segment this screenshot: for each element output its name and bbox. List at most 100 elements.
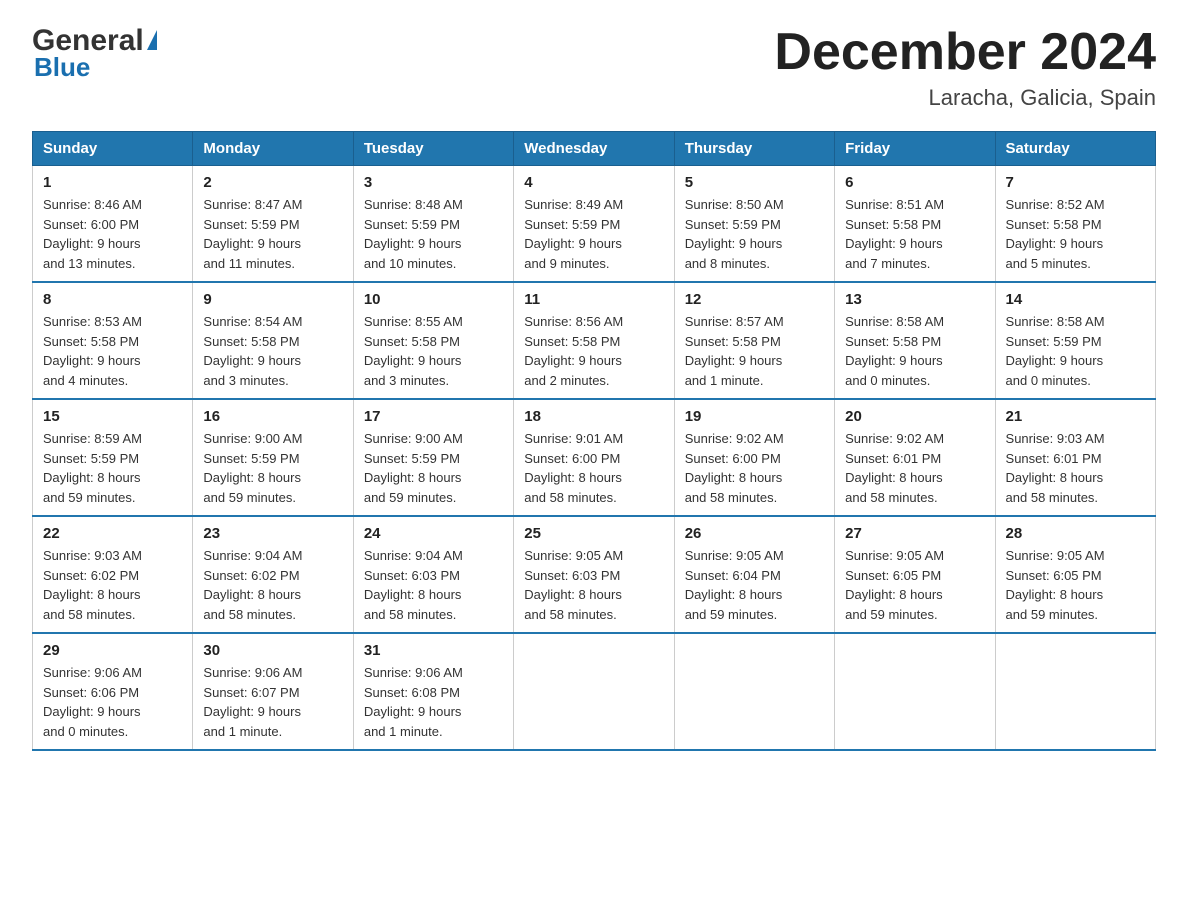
day-number: 25 [524, 525, 663, 542]
calendar-cell [514, 633, 674, 750]
day-info: Sunrise: 8:58 AMSunset: 5:58 PMDaylight:… [845, 314, 944, 388]
day-number: 5 [685, 174, 824, 191]
day-info: Sunrise: 9:00 AMSunset: 5:59 PMDaylight:… [364, 431, 463, 505]
day-info: Sunrise: 9:03 AMSunset: 6:02 PMDaylight:… [43, 548, 142, 622]
calendar-cell [995, 633, 1155, 750]
calendar-cell: 26 Sunrise: 9:05 AMSunset: 6:04 PMDaylig… [674, 516, 834, 633]
calendar-subtitle: Laracha, Galicia, Spain [774, 85, 1156, 111]
calendar-cell: 3 Sunrise: 8:48 AMSunset: 5:59 PMDayligh… [353, 166, 513, 283]
day-info: Sunrise: 8:57 AMSunset: 5:58 PMDaylight:… [685, 314, 784, 388]
calendar-cell: 12 Sunrise: 8:57 AMSunset: 5:58 PMDaylig… [674, 282, 834, 399]
calendar-cell: 14 Sunrise: 8:58 AMSunset: 5:59 PMDaylig… [995, 282, 1155, 399]
calendar-cell: 30 Sunrise: 9:06 AMSunset: 6:07 PMDaylig… [193, 633, 353, 750]
day-number: 7 [1006, 174, 1145, 191]
calendar-table: Sunday Monday Tuesday Wednesday Thursday… [32, 131, 1156, 751]
col-thursday: Thursday [674, 132, 834, 166]
day-number: 20 [845, 408, 984, 425]
calendar-cell: 5 Sunrise: 8:50 AMSunset: 5:59 PMDayligh… [674, 166, 834, 283]
page-header: General Blue December 2024 Laracha, Gali… [32, 24, 1156, 111]
day-number: 28 [1006, 525, 1145, 542]
logo-blue-text: Blue [32, 52, 90, 83]
title-block: December 2024 Laracha, Galicia, Spain [774, 24, 1156, 111]
day-info: Sunrise: 8:52 AMSunset: 5:58 PMDaylight:… [1006, 197, 1105, 271]
col-tuesday: Tuesday [353, 132, 513, 166]
calendar-cell: 27 Sunrise: 9:05 AMSunset: 6:05 PMDaylig… [835, 516, 995, 633]
day-info: Sunrise: 8:47 AMSunset: 5:59 PMDaylight:… [203, 197, 302, 271]
day-info: Sunrise: 8:48 AMSunset: 5:59 PMDaylight:… [364, 197, 463, 271]
calendar-cell: 29 Sunrise: 9:06 AMSunset: 6:06 PMDaylig… [33, 633, 193, 750]
day-info: Sunrise: 9:06 AMSunset: 6:07 PMDaylight:… [203, 665, 302, 739]
day-info: Sunrise: 8:51 AMSunset: 5:58 PMDaylight:… [845, 197, 944, 271]
day-number: 10 [364, 291, 503, 308]
day-info: Sunrise: 8:53 AMSunset: 5:58 PMDaylight:… [43, 314, 142, 388]
day-info: Sunrise: 9:06 AMSunset: 6:06 PMDaylight:… [43, 665, 142, 739]
day-number: 21 [1006, 408, 1145, 425]
calendar-cell: 31 Sunrise: 9:06 AMSunset: 6:08 PMDaylig… [353, 633, 513, 750]
day-number: 26 [685, 525, 824, 542]
calendar-cell: 22 Sunrise: 9:03 AMSunset: 6:02 PMDaylig… [33, 516, 193, 633]
calendar-cell [674, 633, 834, 750]
day-number: 15 [43, 408, 182, 425]
day-info: Sunrise: 8:50 AMSunset: 5:59 PMDaylight:… [685, 197, 784, 271]
logo: General Blue [32, 24, 157, 83]
day-info: Sunrise: 8:54 AMSunset: 5:58 PMDaylight:… [203, 314, 302, 388]
calendar-cell: 16 Sunrise: 9:00 AMSunset: 5:59 PMDaylig… [193, 399, 353, 516]
day-number: 17 [364, 408, 503, 425]
day-number: 2 [203, 174, 342, 191]
calendar-cell: 15 Sunrise: 8:59 AMSunset: 5:59 PMDaylig… [33, 399, 193, 516]
calendar-cell: 9 Sunrise: 8:54 AMSunset: 5:58 PMDayligh… [193, 282, 353, 399]
calendar-cell: 21 Sunrise: 9:03 AMSunset: 6:01 PMDaylig… [995, 399, 1155, 516]
day-info: Sunrise: 9:02 AMSunset: 6:00 PMDaylight:… [685, 431, 784, 505]
calendar-cell: 20 Sunrise: 9:02 AMSunset: 6:01 PMDaylig… [835, 399, 995, 516]
day-number: 29 [43, 642, 182, 659]
calendar-cell: 24 Sunrise: 9:04 AMSunset: 6:03 PMDaylig… [353, 516, 513, 633]
day-info: Sunrise: 9:02 AMSunset: 6:01 PMDaylight:… [845, 431, 944, 505]
week-row-1: 1 Sunrise: 8:46 AMSunset: 6:00 PMDayligh… [33, 166, 1156, 283]
day-number: 13 [845, 291, 984, 308]
calendar-cell: 6 Sunrise: 8:51 AMSunset: 5:58 PMDayligh… [835, 166, 995, 283]
day-number: 22 [43, 525, 182, 542]
calendar-cell: 7 Sunrise: 8:52 AMSunset: 5:58 PMDayligh… [995, 166, 1155, 283]
day-info: Sunrise: 8:58 AMSunset: 5:59 PMDaylight:… [1006, 314, 1105, 388]
calendar-cell: 19 Sunrise: 9:02 AMSunset: 6:00 PMDaylig… [674, 399, 834, 516]
calendar-cell: 13 Sunrise: 8:58 AMSunset: 5:58 PMDaylig… [835, 282, 995, 399]
calendar-title: December 2024 [774, 24, 1156, 81]
day-info: Sunrise: 9:04 AMSunset: 6:02 PMDaylight:… [203, 548, 302, 622]
day-number: 18 [524, 408, 663, 425]
day-info: Sunrise: 9:04 AMSunset: 6:03 PMDaylight:… [364, 548, 463, 622]
day-number: 23 [203, 525, 342, 542]
day-number: 1 [43, 174, 182, 191]
col-saturday: Saturday [995, 132, 1155, 166]
calendar-cell: 10 Sunrise: 8:55 AMSunset: 5:58 PMDaylig… [353, 282, 513, 399]
calendar-cell: 23 Sunrise: 9:04 AMSunset: 6:02 PMDaylig… [193, 516, 353, 633]
calendar-cell: 11 Sunrise: 8:56 AMSunset: 5:58 PMDaylig… [514, 282, 674, 399]
calendar-cell: 4 Sunrise: 8:49 AMSunset: 5:59 PMDayligh… [514, 166, 674, 283]
day-info: Sunrise: 8:55 AMSunset: 5:58 PMDaylight:… [364, 314, 463, 388]
calendar-cell: 1 Sunrise: 8:46 AMSunset: 6:00 PMDayligh… [33, 166, 193, 283]
week-row-4: 22 Sunrise: 9:03 AMSunset: 6:02 PMDaylig… [33, 516, 1156, 633]
calendar-cell: 25 Sunrise: 9:05 AMSunset: 6:03 PMDaylig… [514, 516, 674, 633]
day-info: Sunrise: 9:00 AMSunset: 5:59 PMDaylight:… [203, 431, 302, 505]
day-info: Sunrise: 9:03 AMSunset: 6:01 PMDaylight:… [1006, 431, 1105, 505]
day-number: 14 [1006, 291, 1145, 308]
day-number: 30 [203, 642, 342, 659]
day-number: 19 [685, 408, 824, 425]
day-info: Sunrise: 9:01 AMSunset: 6:00 PMDaylight:… [524, 431, 623, 505]
day-number: 16 [203, 408, 342, 425]
day-info: Sunrise: 8:56 AMSunset: 5:58 PMDaylight:… [524, 314, 623, 388]
week-row-3: 15 Sunrise: 8:59 AMSunset: 5:59 PMDaylig… [33, 399, 1156, 516]
day-number: 3 [364, 174, 503, 191]
calendar-cell: 28 Sunrise: 9:05 AMSunset: 6:05 PMDaylig… [995, 516, 1155, 633]
col-sunday: Sunday [33, 132, 193, 166]
day-info: Sunrise: 9:05 AMSunset: 6:05 PMDaylight:… [845, 548, 944, 622]
day-info: Sunrise: 8:49 AMSunset: 5:59 PMDaylight:… [524, 197, 623, 271]
day-number: 12 [685, 291, 824, 308]
calendar-cell: 17 Sunrise: 9:00 AMSunset: 5:59 PMDaylig… [353, 399, 513, 516]
day-info: Sunrise: 9:05 AMSunset: 6:04 PMDaylight:… [685, 548, 784, 622]
day-info: Sunrise: 9:06 AMSunset: 6:08 PMDaylight:… [364, 665, 463, 739]
day-number: 8 [43, 291, 182, 308]
calendar-cell: 18 Sunrise: 9:01 AMSunset: 6:00 PMDaylig… [514, 399, 674, 516]
day-number: 9 [203, 291, 342, 308]
col-monday: Monday [193, 132, 353, 166]
col-wednesday: Wednesday [514, 132, 674, 166]
